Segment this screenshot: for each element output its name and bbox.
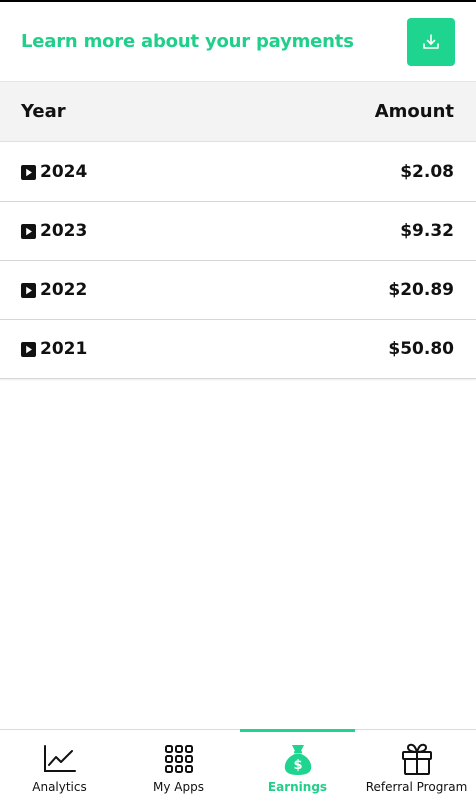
row-year: 2022 bbox=[40, 280, 88, 300]
table-row-2021[interactable]: 2021 $50.80 bbox=[0, 320, 476, 379]
row-year: 2023 bbox=[40, 221, 88, 241]
expand-play-icon bbox=[21, 164, 36, 180]
expand-play-icon bbox=[21, 223, 36, 239]
nav-label: Earnings bbox=[267, 780, 328, 794]
nav-item-analytics[interactable]: Analytics bbox=[0, 730, 119, 800]
nav-label: My Apps bbox=[153, 780, 204, 794]
expand-play-icon bbox=[21, 341, 36, 357]
app-root: Learn more about your payments Year Amou… bbox=[0, 0, 476, 800]
row-year-cell: 2023 bbox=[21, 221, 87, 241]
payments-header: Learn more about your payments bbox=[0, 2, 476, 82]
row-year: 2021 bbox=[40, 339, 88, 359]
chart-line-icon bbox=[43, 742, 77, 776]
money-bag-icon: $ bbox=[281, 742, 315, 776]
row-year: 2024 bbox=[40, 162, 88, 182]
row-year-cell: 2024 bbox=[21, 162, 87, 182]
column-header-year: Year bbox=[21, 101, 66, 122]
table-row-2024[interactable]: 2024 $2.08 bbox=[0, 143, 476, 202]
row-year-cell: 2021 bbox=[21, 339, 87, 359]
row-amount: $20.89 bbox=[388, 280, 454, 300]
gift-icon bbox=[400, 742, 434, 776]
nav-item-earnings[interactable]: $ Earnings bbox=[238, 729, 357, 800]
grid-icon bbox=[162, 742, 196, 776]
payments-info-link[interactable]: Learn more about your payments bbox=[21, 31, 354, 52]
table-row-2023[interactable]: 2023 $9.32 bbox=[0, 202, 476, 261]
nav-label: Analytics bbox=[32, 780, 87, 794]
earnings-table-body: 2024 $2.08 2023 $9.32 2022 $20.89 2021 $… bbox=[0, 143, 476, 379]
row-amount: $2.08 bbox=[400, 162, 454, 182]
active-tab-indicator bbox=[240, 729, 355, 732]
table-row-2022[interactable]: 2022 $20.89 bbox=[0, 261, 476, 320]
download-button[interactable] bbox=[407, 17, 455, 66]
column-header-amount: Amount bbox=[374, 101, 454, 122]
nav-item-my-apps[interactable]: My Apps bbox=[119, 730, 238, 800]
row-amount: $50.80 bbox=[388, 339, 454, 359]
earnings-table-header: Year Amount bbox=[0, 82, 476, 142]
expand-play-icon bbox=[21, 282, 36, 298]
svg-text:$: $ bbox=[293, 758, 302, 773]
nav-item-referral-program[interactable]: Referral Program bbox=[357, 730, 476, 800]
bottom-navigation: Analytics My Apps $ Earnings Referral Pr… bbox=[0, 729, 476, 800]
download-icon bbox=[423, 33, 439, 49]
row-year-cell: 2022 bbox=[21, 280, 87, 300]
nav-label: Referral Program bbox=[365, 780, 468, 794]
row-amount: $9.32 bbox=[400, 221, 454, 241]
